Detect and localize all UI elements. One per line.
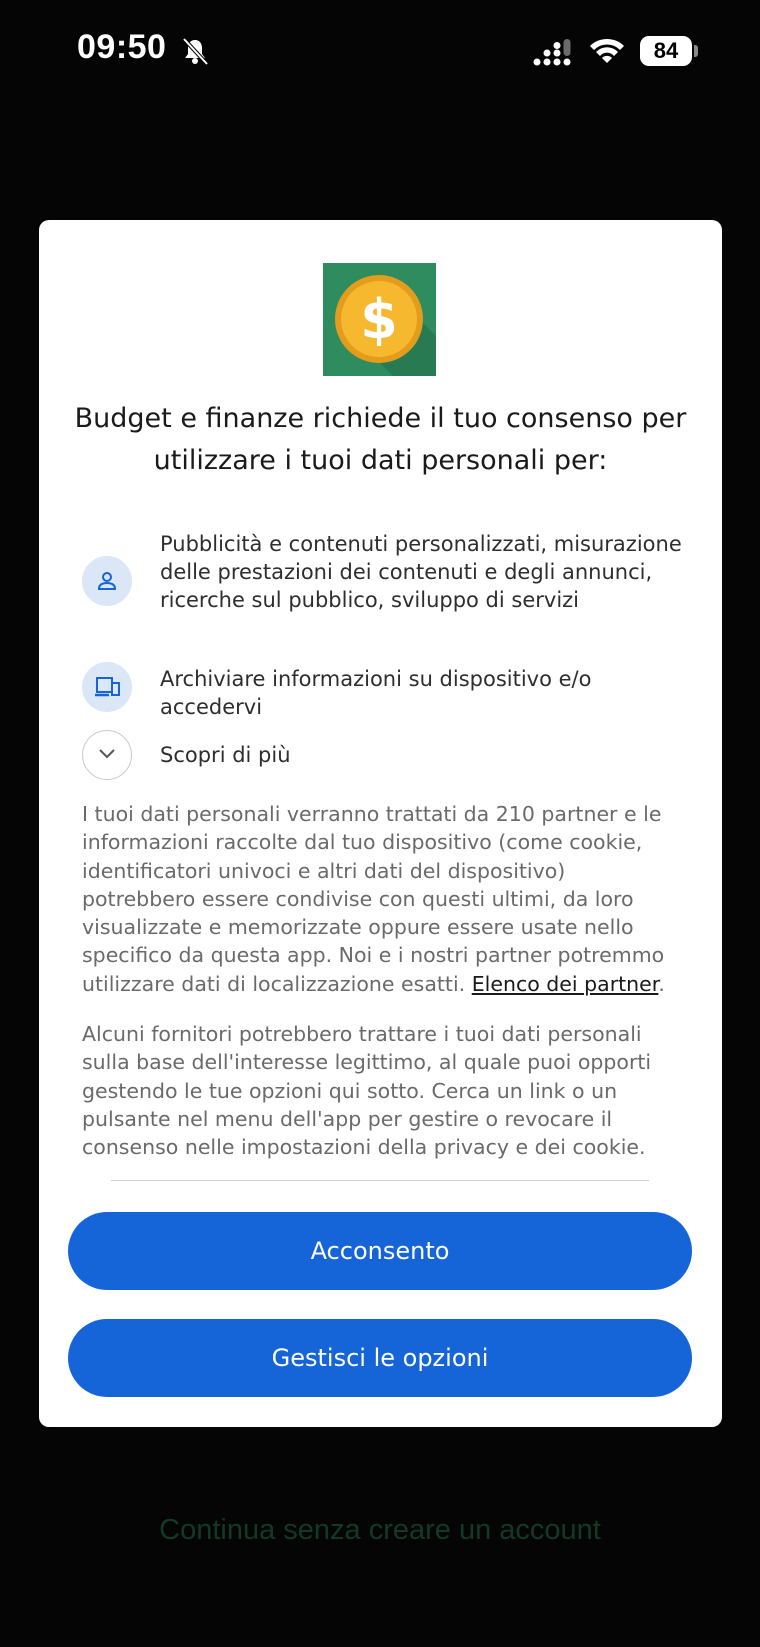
devices-icon bbox=[82, 662, 132, 712]
svg-text:$: $ bbox=[360, 288, 398, 351]
consent-dialog: $ Budget e finanze richiede il tuo conse… bbox=[39, 220, 722, 1427]
bell-slash-icon bbox=[182, 37, 209, 66]
battery-nub bbox=[694, 45, 698, 57]
wifi-icon bbox=[590, 38, 624, 63]
legitimate-interest-notice: Alcuni fornitori potrebbero trattare i t… bbox=[82, 1022, 652, 1160]
dialog-title: Budget e finanze richiede il tuo consens… bbox=[74, 403, 687, 476]
manage-options-button[interactable]: Gestisci le opzioni bbox=[68, 1319, 692, 1397]
purpose-item-advertising: Pubblicità e contenuti personalizzati, m… bbox=[82, 527, 692, 617]
learn-more-label[interactable]: Scopri di più bbox=[160, 741, 692, 769]
chevron-down-icon[interactable] bbox=[82, 730, 132, 780]
learn-more-row[interactable]: Scopri di più bbox=[82, 730, 692, 780]
person-icon bbox=[82, 556, 132, 606]
dollar-coin-icon: $ bbox=[323, 263, 436, 376]
status-time: 09:50 bbox=[77, 28, 167, 66]
signal-icon bbox=[533, 39, 571, 66]
battery-icon: 84 bbox=[640, 36, 692, 66]
divider bbox=[111, 1180, 649, 1181]
data-processing-notice: I tuoi dati personali verranno trattati … bbox=[82, 800, 682, 998]
notice-text: I tuoi dati personali verranno trattati … bbox=[82, 802, 665, 996]
partner-list-link[interactable]: Elenco dei partner bbox=[472, 972, 659, 996]
status-bar: 09:50 84 bbox=[0, 0, 760, 100]
consent-button[interactable]: Acconsento bbox=[68, 1212, 692, 1290]
continue-without-account-link[interactable]: Continua senza creare un account bbox=[0, 1514, 760, 1547]
purpose-item-storage: Archiviare informazioni su dispositivo e… bbox=[82, 640, 692, 719]
notice-period: . bbox=[658, 971, 665, 996]
purpose-text: Archiviare informazioni su dispositivo e… bbox=[160, 667, 592, 719]
purpose-text: Pubblicità e contenuti personalizzati, m… bbox=[160, 532, 682, 612]
